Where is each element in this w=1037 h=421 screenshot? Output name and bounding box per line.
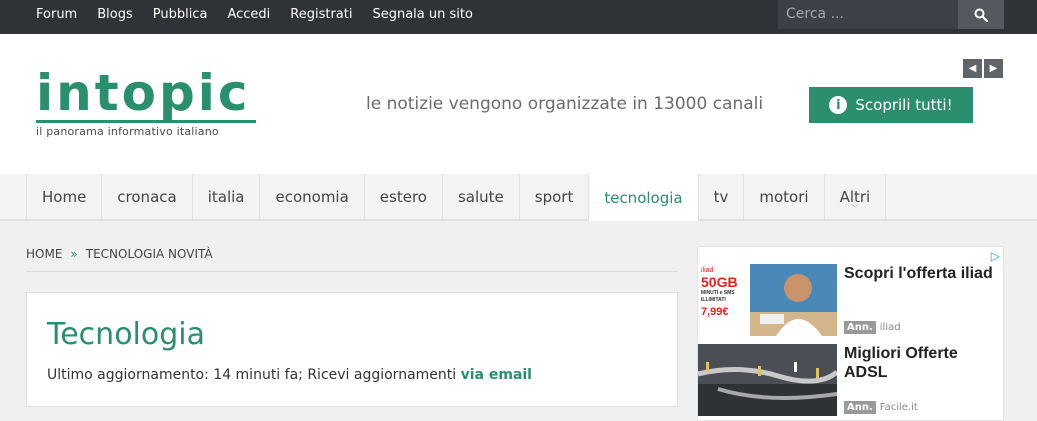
nav-motori[interactable]: motori	[744, 174, 825, 219]
discover-all-button[interactable]: i Scoprili tutti!	[809, 87, 973, 123]
ad-image-text: iliad 50GB MINUTI e SMS ILLIMITATI 7,99€	[701, 267, 747, 318]
ad-source: iliad	[879, 322, 901, 333]
ad-footer: Ann. iliad	[844, 321, 901, 334]
top-nav: Forum Blogs Pubblica Accedi Registrati S…	[26, 0, 483, 34]
breadcrumb: HOME » TECNOLOGIA NOVITÀ	[26, 247, 213, 261]
nav-home[interactable]: Home	[27, 174, 103, 219]
nav-italia[interactable]: italia	[193, 174, 261, 219]
site-header: intopic il panorama informativo italiano…	[0, 34, 1037, 174]
chevron-down-icon: ﹀	[850, 204, 859, 213]
search-form: Cerca ...	[778, 0, 1004, 29]
top-nav-blogs[interactable]: Blogs	[87, 0, 143, 34]
update-text: Ultimo aggiornamento: 14 minuti fa; Rice…	[47, 367, 457, 383]
ad-item[interactable]: Migliori Offerte ADSL Ann. Facile.it	[698, 344, 1003, 418]
breadcrumb-current: TECNOLOGIA NOVITÀ	[85, 247, 213, 261]
nav-economia[interactable]: economia	[260, 174, 365, 219]
info-icon: i	[829, 96, 848, 114]
iliad-price: 7,99€	[701, 306, 729, 318]
nav-estero[interactable]: estero	[365, 174, 443, 219]
chevron-right-icon: »	[70, 247, 78, 261]
ad-badge: Ann.	[844, 401, 876, 414]
search-button[interactable]	[958, 0, 1004, 29]
main-nav: Home cronaca italia economia estero salu…	[0, 174, 1037, 221]
ad-image-adsl[interactable]	[698, 344, 837, 416]
top-nav-pubblica[interactable]: Pubblica	[143, 0, 218, 34]
top-nav-registrati[interactable]: Registrati	[280, 0, 362, 34]
ad-title[interactable]: Migliori Offerte ADSL	[844, 344, 1000, 382]
header-tagline: le notizie vengono organizzate in 13000 …	[366, 94, 764, 114]
search-icon	[974, 8, 988, 22]
nav-altri[interactable]: Altri ﹀	[825, 174, 887, 219]
top-nav-accedi[interactable]: Accedi	[217, 0, 280, 34]
breadcrumb-home[interactable]: HOME	[26, 247, 62, 261]
logo-wordmark: intopic	[36, 64, 251, 122]
discover-all-label: Scoprili tutti!	[855, 96, 953, 114]
next-arrow-icon[interactable]: ▶	[984, 59, 1003, 78]
ad-panel: ▷ iliad 50GB MINUTI e SMS ILLIMITATI 7,9…	[697, 246, 1004, 421]
update-info: Ultimo aggiornamento: 14 minuti fa; Rice…	[47, 367, 532, 383]
header-arrows: ◀ ▶	[963, 59, 1003, 78]
page-title: Tecnologia	[47, 317, 205, 352]
ad-badge: Ann.	[844, 321, 876, 334]
email-subscribe-link[interactable]: via email	[461, 367, 532, 383]
top-nav-forum[interactable]: Forum	[26, 0, 87, 34]
adchoices-icon[interactable]: ▷	[991, 249, 1000, 263]
nav-cronaca[interactable]: cronaca	[102, 174, 193, 219]
iliad-sub: MINUTI e SMS ILLIMITATI	[701, 290, 735, 303]
iliad-brand: iliad	[701, 267, 714, 274]
logo-tagline: il panorama informativo italiano	[36, 125, 219, 138]
iliad-gb: 50GB	[701, 274, 738, 290]
nav-sport[interactable]: sport	[520, 174, 590, 219]
category-header-card: Tecnologia Ultimo aggiornamento: 14 minu…	[26, 292, 678, 407]
top-nav-segnala[interactable]: Segnala un sito	[362, 0, 482, 34]
breadcrumb-divider	[26, 271, 678, 272]
top-bar: Forum Blogs Pubblica Accedi Registrati S…	[0, 0, 1037, 34]
site-logo[interactable]: intopic il panorama informativo italiano	[36, 68, 256, 138]
search-input[interactable]: Cerca ...	[778, 0, 958, 29]
ad-item[interactable]: iliad 50GB MINUTI e SMS ILLIMITATI 7,99€…	[698, 264, 1003, 338]
ad-source: Facile.it	[879, 402, 918, 413]
ad-footer: Ann. Facile.it	[844, 401, 918, 414]
nav-salute[interactable]: salute	[443, 174, 520, 219]
nav-tv[interactable]: tv	[699, 174, 745, 219]
ad-title[interactable]: Scopri l'offerta iliad	[844, 264, 1000, 283]
prev-arrow-icon[interactable]: ◀	[963, 59, 982, 78]
nav-tecnologia[interactable]: tecnologia	[589, 174, 699, 221]
